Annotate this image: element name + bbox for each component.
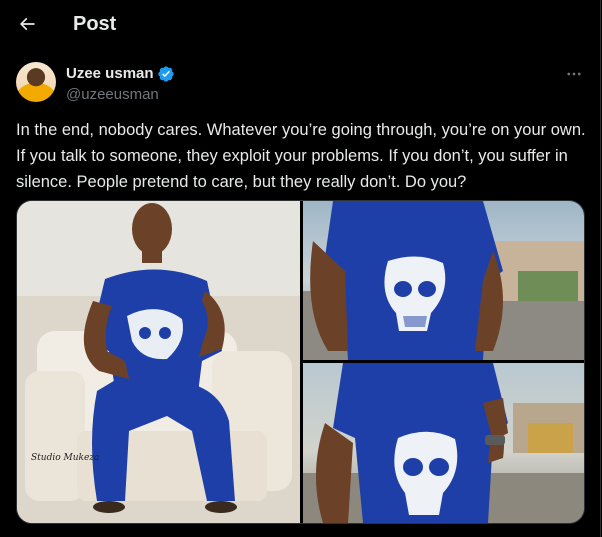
- page-title: Post: [73, 13, 117, 35]
- photo-torso-closeup-illustration: [303, 201, 584, 360]
- photo-seated-man[interactable]: Studio Mukeza: [17, 201, 300, 523]
- post-view: Post Uzee usman @uzeeusman In the end, n…: [0, 0, 601, 537]
- post-text: In the end, nobody cares. Whatever you’r…: [16, 121, 586, 191]
- verified-badge-icon[interactable]: [157, 65, 175, 83]
- top-bar: Post: [0, 0, 600, 50]
- photo-signature: Studio Mukeza: [31, 453, 100, 463]
- media-grid: Studio Mukeza: [16, 200, 585, 524]
- photo-seated-man-illustration: [17, 201, 300, 523]
- photo-wristwatch-closeup[interactable]: [303, 363, 584, 523]
- author-name[interactable]: Uzee usman: [66, 65, 154, 82]
- photo-torso-closeup[interactable]: [303, 201, 584, 360]
- more-dots-icon: [567, 72, 581, 76]
- more-options-button[interactable]: [562, 62, 586, 86]
- back-button[interactable]: [10, 7, 44, 41]
- arrow-left-icon: [19, 17, 35, 31]
- avatar[interactable]: [16, 62, 56, 102]
- author-handle[interactable]: @uzeeusman: [66, 86, 159, 103]
- photo-wristwatch-closeup-illustration: [303, 363, 584, 523]
